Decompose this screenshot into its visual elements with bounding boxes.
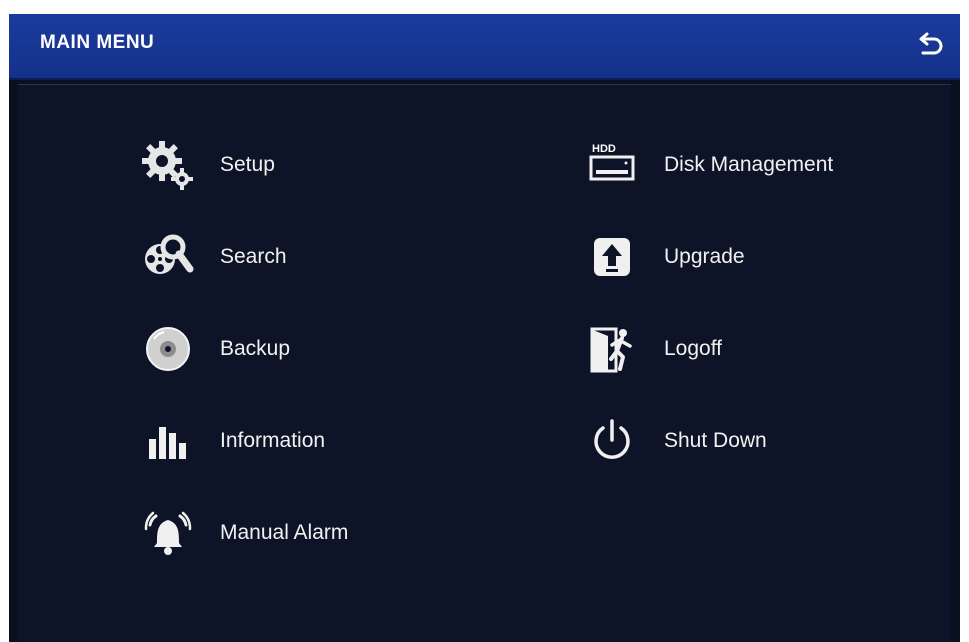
menu-item-information[interactable]: Information <box>138 411 325 471</box>
exit-door-icon <box>582 319 642 379</box>
hdd-icon-text: HDD <box>592 143 616 155</box>
menu-item-label: Shut Down <box>664 429 767 452</box>
menu-item-logoff[interactable]: Logoff <box>582 319 722 379</box>
menu-item-setup[interactable]: Setup <box>138 135 275 195</box>
menu-item-disk-management[interactable]: HDD Disk Management <box>582 135 833 195</box>
main-menu-window: MAIN MENU Setup Search Backup Informatio… <box>9 14 960 642</box>
hdd-icon: HDD <box>582 135 642 195</box>
window-title: MAIN MENU <box>40 32 155 53</box>
menu-item-label: Search <box>220 245 287 268</box>
menu-item-label: Information <box>220 429 326 452</box>
bar-chart-icon <box>138 411 198 471</box>
menu-item-label: Setup <box>220 153 275 176</box>
menu-item-label: Upgrade <box>664 245 745 268</box>
disc-icon <box>138 319 198 379</box>
power-icon <box>582 411 642 471</box>
return-arrow-icon <box>919 32 943 55</box>
title-bar: MAIN MENU <box>9 14 960 80</box>
menu-item-label: Backup <box>220 337 291 360</box>
menu-item-upgrade[interactable]: Upgrade <box>582 227 745 287</box>
menu-item-shut-down[interactable]: Shut Down <box>582 411 767 471</box>
menu-item-label: Disk Management <box>664 153 834 176</box>
alarm-bell-icon <box>138 503 198 563</box>
menu-item-manual-alarm[interactable]: Manual Alarm <box>138 503 348 563</box>
gears-icon <box>138 135 198 195</box>
upload-arrow-icon <box>582 227 642 287</box>
menu-item-backup[interactable]: Backup <box>138 319 290 379</box>
menu-panel: Setup Search Backup Information Manual A… <box>18 84 951 642</box>
menu-item-label: Logoff <box>664 337 723 360</box>
film-reel-search-icon <box>138 227 198 287</box>
back-button[interactable] <box>914 30 946 62</box>
menu-item-search[interactable]: Search <box>138 227 287 287</box>
menu-item-label: Manual Alarm <box>220 521 349 544</box>
